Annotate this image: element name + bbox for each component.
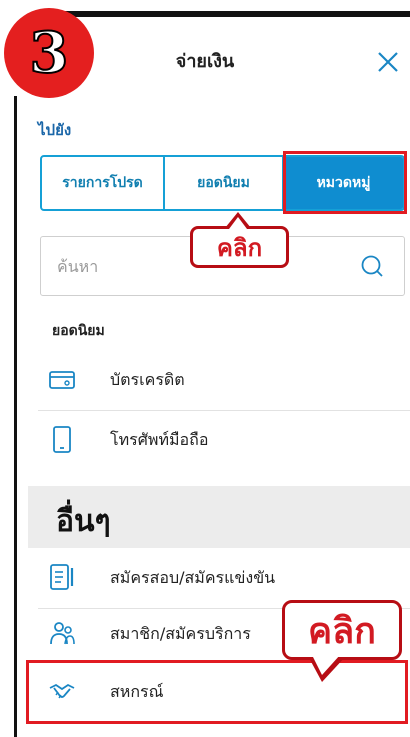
list-item-exam-registration[interactable]: สมัครสอบ/สมัครแข่งขัน (28, 548, 410, 608)
section-heading-others: อื่นๆ (56, 504, 111, 539)
list-item-label: บัตรเครดิต (110, 370, 185, 389)
credit-card-icon (49, 371, 75, 389)
section-heading-others-bar: อื่นๆ (28, 486, 410, 548)
close-icon[interactable] (374, 48, 402, 76)
search-icon[interactable] (359, 253, 385, 279)
frame-left-border (14, 96, 17, 737)
callout-pointer-fill (312, 655, 340, 675)
tab-highlight-box (283, 151, 407, 214)
search-input[interactable]: ค้นหา (57, 255, 98, 280)
tab-favorites[interactable]: รายการโปรด (42, 157, 165, 209)
list-item-label: สมัครสอบ/สมัครแข่งขัน (110, 568, 276, 587)
exam-form-icon (50, 564, 74, 590)
list-item-mobile-phone[interactable]: โทรศัพท์มือถือ (28, 410, 410, 470)
step-number: 3 (29, 20, 70, 86)
list-item-label: โทรศัพท์มือถือ (110, 430, 209, 449)
callout-pointer-fill (229, 217, 247, 229)
click-callout-tab: คลิก (190, 226, 289, 268)
goto-label: ไปยัง (38, 121, 72, 139)
list-item-label: สมาชิก/สมัครบริการ (110, 624, 251, 643)
frame-top-border (60, 11, 410, 17)
members-icon (50, 622, 75, 645)
step-number-badge: 3 (4, 8, 94, 98)
cooperative-highlight-box (26, 660, 408, 724)
payment-screen: 3 จ่ายเงิน ไปยัง รายการโปรด ยอดนิยม หมวด… (0, 0, 410, 737)
click-callout-cooperative: คลิก (282, 600, 402, 660)
mobile-phone-icon (53, 426, 71, 453)
tab-popular[interactable]: ยอดนิยม (165, 157, 284, 209)
section-heading-popular: ยอดนิยม (52, 323, 105, 339)
list-item-credit-card[interactable]: บัตรเครดิต (28, 350, 410, 410)
